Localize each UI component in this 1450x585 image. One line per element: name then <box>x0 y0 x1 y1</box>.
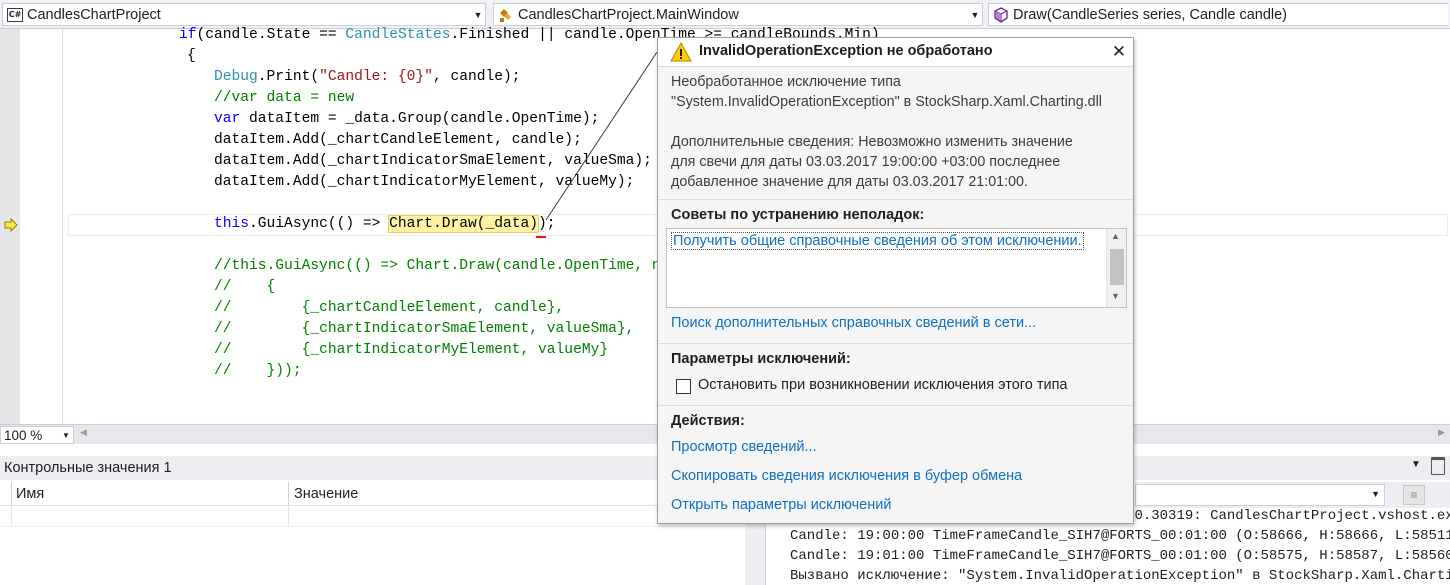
view-details-link[interactable]: Просмотр сведений... <box>671 439 817 455</box>
value-column-header[interactable]: Значение <box>294 482 358 506</box>
code-token: (candle.State == <box>196 27 346 43</box>
chevron-down-icon[interactable]: ▼ <box>1111 291 1120 301</box>
code-line: // {_chartIndicatorMyElement, valueMy} <box>214 340 608 361</box>
search-online-help-link[interactable]: Поиск дополнительных справочных сведений… <box>671 315 1036 331</box>
member-dropdown[interactable]: Draw(CandleSeries series, Candle candle) <box>988 3 1448 26</box>
exception-helper-popup: InvalidOperationException не обработано … <box>657 37 1134 524</box>
actions-heading: Действия: <box>671 413 745 429</box>
code-token: // { <box>214 279 276 295</box>
project-name: CandlesChartProject <box>27 6 161 23</box>
code-line: Debug.Print("Candle: {0}", candle); <box>214 67 521 88</box>
code-token: var <box>214 111 241 127</box>
code-line: dataItem.Add(_chartIndicatorSmaElement, … <box>214 151 652 172</box>
method-icon <box>993 6 1009 23</box>
general-help-link[interactable]: Получить общие справочные сведения об эт… <box>671 232 1084 250</box>
outlining-margin <box>62 29 63 424</box>
project-dropdown[interactable]: C# CandlesChartProject ▼ <box>2 3 486 26</box>
troubleshooting-list[interactable]: Получить общие справочные сведения об эт… <box>666 228 1127 308</box>
code-token: ); <box>538 216 556 232</box>
chevron-up-icon[interactable]: ▲ <box>1111 231 1120 241</box>
clear-output-icon[interactable]: ≡ <box>1403 485 1425 505</box>
code-line: // { <box>214 277 275 298</box>
code-token: , candle); <box>432 69 521 85</box>
code-line: // {_chartCandleElement, candle}, <box>214 298 564 319</box>
exception-title: InvalidOperationException не обработано <box>699 43 993 59</box>
code-line: // })); <box>214 361 302 382</box>
class-icon <box>498 7 514 23</box>
scroll-right-icon[interactable]: ▶ <box>1438 427 1445 438</box>
code-token: dataItem.Add(_chartIndicatorSmaElement, … <box>214 153 652 169</box>
troubleshooting-scrollbar[interactable]: ▲ ▼ <box>1106 229 1126 307</box>
code-token: .Print( <box>257 69 320 85</box>
code-token: this <box>214 216 250 232</box>
exception-details-line: для свечи для даты 03.03.2017 19:00:00 +… <box>671 154 1061 170</box>
code-token: Debug <box>214 69 258 85</box>
chevron-down-icon[interactable]: ▼ <box>968 10 982 20</box>
pin-icon[interactable] <box>1431 457 1445 475</box>
code-token: "Candle: {0}" <box>319 69 433 85</box>
code-line: // {_chartIndicatorSmaElement, valueSma}… <box>214 319 634 340</box>
code-token: // })); <box>214 363 302 379</box>
name-column-header[interactable]: Имя <box>16 482 44 506</box>
watch-grid-header: Имя Значение <box>0 482 745 506</box>
code-line: dataItem.Add(_chartIndicatorMyElement, v… <box>214 172 634 193</box>
code-token: CandleStates <box>345 27 451 43</box>
code-line: this.GuiAsync(() => Chart.Draw(_data)); <box>214 214 556 235</box>
watch-empty-row[interactable] <box>0 507 745 527</box>
copy-exception-details-link[interactable]: Скопировать сведения исключения в буфер … <box>671 468 1022 484</box>
break-on-exception-checkbox[interactable] <box>676 379 691 394</box>
code-token: dataItem.Add(_chartCandleElement, candle… <box>214 132 582 148</box>
code-line: //var data = new <box>214 88 354 109</box>
code-token: //var data = new <box>214 90 355 106</box>
code-token: // {_chartIndicatorSmaElement, valueSma}… <box>214 321 635 337</box>
code-token: { <box>187 48 196 64</box>
exception-settings-heading: Параметры исключений: <box>671 351 851 367</box>
code-token: // {_chartCandleElement, candle}, <box>214 300 565 316</box>
exception-details-line: Дополнительные сведения: Невозможно изме… <box>671 134 1073 150</box>
watch-window: Контрольные значения 1 Имя Значение <box>0 446 745 585</box>
code-token: .GuiAsync(() => <box>249 216 390 232</box>
code-token: if <box>179 27 197 43</box>
window-menu-icon[interactable]: ▼ <box>1411 459 1421 470</box>
close-icon[interactable]: ✕ <box>1110 43 1128 61</box>
scroll-left-icon[interactable]: ◀ <box>80 427 87 438</box>
error-squiggle <box>536 234 546 238</box>
csharp-project-icon: C# <box>7 7 23 23</box>
watch-window-title[interactable]: Контрольные значения 1 <box>0 456 745 480</box>
exception-header: InvalidOperationException не обработано … <box>658 38 1133 67</box>
output-line: Candle: 19:01:00 TimeFrameCandle_SIH7@FO… <box>790 548 1450 564</box>
zoom-dropdown[interactable]: 100 % ▼ <box>0 426 74 444</box>
code-line: { <box>187 46 196 67</box>
open-exception-settings-link[interactable]: Открыть параметры исключений <box>671 497 891 513</box>
output-window-title-bar: ▼ <box>1135 456 1450 480</box>
exception-intro-line: Необработанное исключение типа <box>671 74 901 90</box>
exception-intro-line: "System.InvalidOperationException" в Sto… <box>671 94 1102 110</box>
code-line: var dataItem = _data.Group(candle.OpenTi… <box>214 109 599 130</box>
code-token: dataItem.Add(_chartIndicatorMyElement, v… <box>214 174 635 190</box>
member-name: Draw(CandleSeries series, Candle candle) <box>1013 6 1288 23</box>
break-on-exception-label[interactable]: Остановить при возникновении исключения … <box>698 377 1068 393</box>
warning-icon <box>670 42 692 62</box>
output-toolbar: ▼ ≡ <box>1135 482 1450 508</box>
chevron-down-icon[interactable]: ▼ <box>471 10 485 20</box>
chevron-down-icon[interactable]: ▼ <box>1371 489 1380 499</box>
current-statement-arrow-icon[interactable] <box>4 218 18 232</box>
code-line: dataItem.Add(_chartCandleElement, candle… <box>214 130 582 151</box>
zoom-level: 100 % <box>4 427 43 443</box>
highlighted-statement: Chart.Draw(_data) <box>388 215 540 233</box>
chevron-down-icon[interactable]: ▼ <box>59 431 73 440</box>
code-token: // {_chartIndicatorMyElement, valueMy} <box>214 342 609 358</box>
class-name: CandlesChartProject.MainWindow <box>518 6 739 23</box>
scroll-thumb[interactable] <box>1110 249 1124 285</box>
troubleshooting-heading: Советы по устранению неполадок: <box>671 207 925 223</box>
output-source-dropdown[interactable]: ▼ <box>1135 484 1385 506</box>
code-token: dataItem = _data.Group(candle.OpenTime); <box>240 111 600 127</box>
exception-details-line: добавленное значение для даты 03.03.2017… <box>671 174 1028 190</box>
class-dropdown[interactable]: CandlesChartProject.MainWindow ▼ <box>493 3 983 26</box>
output-line: Вызвано исключение: "System.InvalidOpera… <box>790 568 1450 584</box>
output-line: Candle: 19:00:00 TimeFrameCandle_SIH7@FO… <box>790 528 1450 544</box>
